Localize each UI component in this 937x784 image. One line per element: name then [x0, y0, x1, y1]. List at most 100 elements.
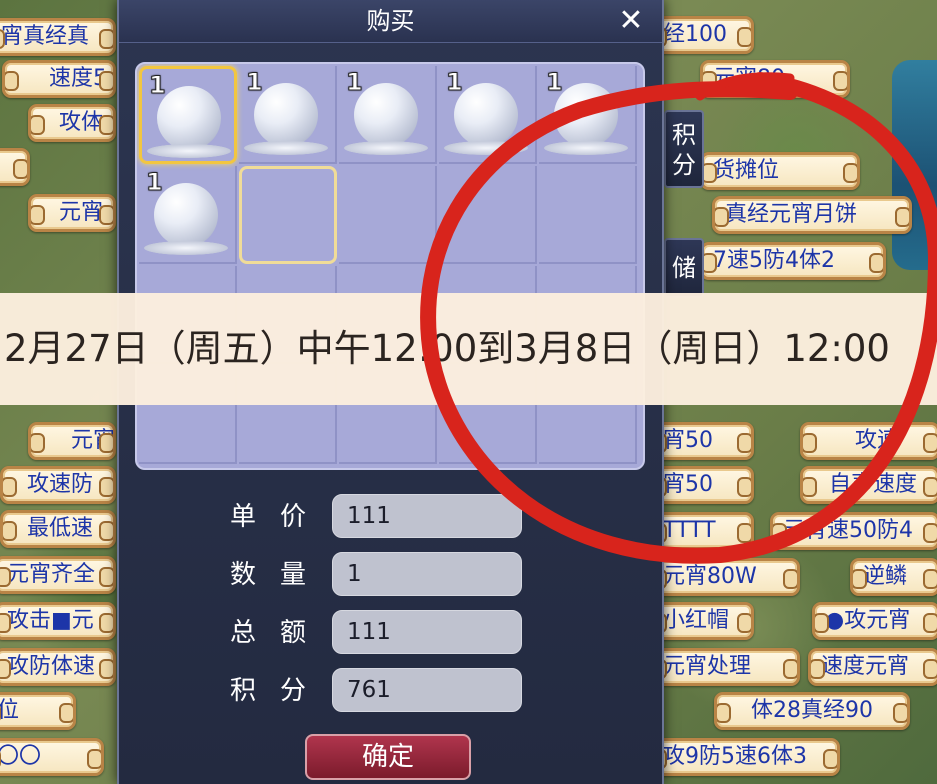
- stall-tag[interactable]: 元宵: [28, 194, 116, 232]
- stall-tag[interactable]: ●攻元宵: [812, 602, 937, 640]
- item-slot-empty[interactable]: [539, 166, 637, 264]
- unit-price-label: 单价: [230, 502, 331, 532]
- stall-tag[interactable]: 攻防体速: [0, 648, 116, 686]
- stall-tag[interactable]: 最低速: [0, 510, 116, 548]
- stall-tag[interactable]: 小红帽: [650, 602, 754, 640]
- stall-tag-label: 体28真经90: [751, 698, 873, 723]
- stall-tag[interactable]: [0, 148, 30, 186]
- confirm-button[interactable]: 确定: [305, 734, 471, 780]
- tab-storage[interactable]: 储: [664, 238, 704, 298]
- stall-tag-label: 元宵80: [713, 66, 785, 91]
- stall-tag-label: ●攻元宵: [825, 608, 911, 633]
- stall-tag[interactable]: 攻体: [28, 104, 116, 142]
- dialog-title: 购买: [119, 0, 662, 43]
- unit-price-field: 111: [332, 494, 522, 538]
- item-count: 1: [246, 68, 264, 97]
- item-slot-empty[interactable]: [439, 166, 537, 264]
- stall-tag-label: 最低速: [27, 516, 94, 541]
- stall-tag[interactable]: 位: [0, 692, 76, 730]
- item-count: 1: [546, 68, 564, 97]
- stall-tag[interactable]: 元宵齐全: [0, 556, 116, 594]
- stall-tag-label: 元宵速50防4: [783, 518, 913, 543]
- tab-points-label: 积分: [672, 121, 696, 179]
- stall-tag-label: 宵真经真: [1, 24, 90, 49]
- tab-storage-label: 储: [672, 254, 696, 282]
- stall-tag-label: 攻击■元: [7, 608, 94, 633]
- stall-tag[interactable]: 宵50: [650, 466, 754, 504]
- stall-tag[interactable]: 元宵80: [700, 60, 850, 98]
- stall-tag-label: 自声速度: [829, 472, 918, 497]
- stall-tag-label: 攻速: [855, 428, 900, 453]
- stall-tag-label: 速度5: [49, 66, 107, 91]
- item-count: 1: [149, 71, 167, 100]
- stall-tag[interactable]: 宵50: [650, 422, 754, 460]
- points-field: 761: [332, 668, 522, 712]
- item-slot[interactable]: 1: [439, 66, 537, 164]
- item-slot[interactable]: 1: [139, 66, 237, 164]
- stall-tag[interactable]: 攻速: [800, 422, 937, 460]
- snowball-icon: [144, 183, 228, 255]
- close-button[interactable]: ✕: [614, 4, 648, 38]
- stall-tag[interactable]: 元宵处理: [650, 648, 800, 686]
- item-count: 1: [146, 168, 164, 197]
- tab-points[interactable]: 积分: [664, 110, 704, 188]
- quantity-input[interactable]: 1: [332, 552, 522, 596]
- stall-tag-label: 7速5防4体2: [713, 248, 835, 273]
- snowball-icon: [244, 83, 328, 155]
- stall-tag[interactable]: 体28真经90: [714, 692, 910, 730]
- item-count: 1: [446, 68, 464, 97]
- stall-tag[interactable]: 真经元宵月饼: [712, 196, 912, 234]
- stall-tag-label: 元宵: [59, 200, 104, 225]
- stall-tag[interactable]: 速度5: [2, 60, 116, 98]
- stall-tag[interactable]: TTTT: [650, 512, 754, 550]
- stall-tag[interactable]: 速度元宵: [808, 648, 937, 686]
- stall-tag-label: 小红帽: [663, 608, 730, 633]
- quantity-label: 数量: [230, 560, 331, 590]
- stall-tag-label: 元宵80W: [663, 564, 757, 589]
- stall-tag-label: 攻体: [59, 110, 104, 135]
- stall-tag[interactable]: 经100: [650, 16, 754, 54]
- snowball-icon: [147, 86, 231, 158]
- stall-tag-label: 位: [0, 698, 19, 723]
- stall-tag[interactable]: 元宵速50防4: [770, 512, 937, 550]
- stall-tag[interactable]: 攻击■元: [0, 602, 116, 640]
- stall-tag-label: 元宵齐全: [7, 562, 96, 587]
- item-slot[interactable]: 1: [539, 66, 637, 164]
- item-grid: 1 1 1 1 1 1: [135, 62, 645, 470]
- total-label: 总额: [230, 618, 331, 648]
- stall-tag-label: 宵50: [663, 428, 713, 453]
- stall-tag-label: 〇〇: [0, 744, 42, 769]
- stall-tag[interactable]: 逆鳞: [850, 558, 937, 596]
- points-label: 积分: [230, 676, 331, 706]
- snowball-icon: [444, 83, 528, 155]
- snowball-icon: [344, 83, 428, 155]
- stall-tag[interactable]: 元宵80W: [650, 558, 800, 596]
- event-time-text: 2月27日（周五）中午12:00到3月8日（周日）12:00: [4, 327, 890, 370]
- dialog-title-text: 购买: [366, 7, 415, 35]
- stall-tag[interactable]: 7速5防4体2: [700, 242, 886, 280]
- close-icon: ✕: [618, 3, 644, 38]
- item-slot[interactable]: 1: [339, 66, 437, 164]
- stall-tag[interactable]: 攻速防: [0, 466, 116, 504]
- stall-tag-label: 速度元宵: [821, 654, 910, 679]
- stall-tag-label: 元宵处理: [663, 654, 752, 679]
- item-slot[interactable]: 1: [239, 66, 337, 164]
- stall-tag-label: 逆鳞: [863, 564, 908, 589]
- event-time-banner: 2月27日（周五）中午12:00到3月8日（周日）12:00: [0, 293, 937, 405]
- item-slot-empty[interactable]: [339, 166, 437, 264]
- stall-tag[interactable]: 攻9防5速6体3: [650, 738, 840, 776]
- item-slot-empty[interactable]: [239, 166, 337, 264]
- stall-tag[interactable]: 元宵: [28, 422, 116, 460]
- stall-tag-label: 攻9防5速6体3: [663, 744, 807, 769]
- stall-tag[interactable]: 自声速度: [800, 466, 937, 504]
- stall-tag-label: 攻防体速: [7, 654, 96, 679]
- stall-tag[interactable]: 〇〇: [0, 738, 104, 776]
- stall-tag-label: 元宵: [71, 428, 116, 453]
- snowball-icon: [544, 83, 628, 155]
- total-field: 111: [332, 610, 522, 654]
- stall-tag[interactable]: 宵真经真: [0, 18, 116, 56]
- stall-tag[interactable]: 货摊位: [700, 152, 860, 190]
- stall-tag-label: 宵50: [663, 472, 713, 497]
- stall-tag-label: TTTT: [663, 518, 716, 543]
- item-slot[interactable]: 1: [139, 166, 237, 264]
